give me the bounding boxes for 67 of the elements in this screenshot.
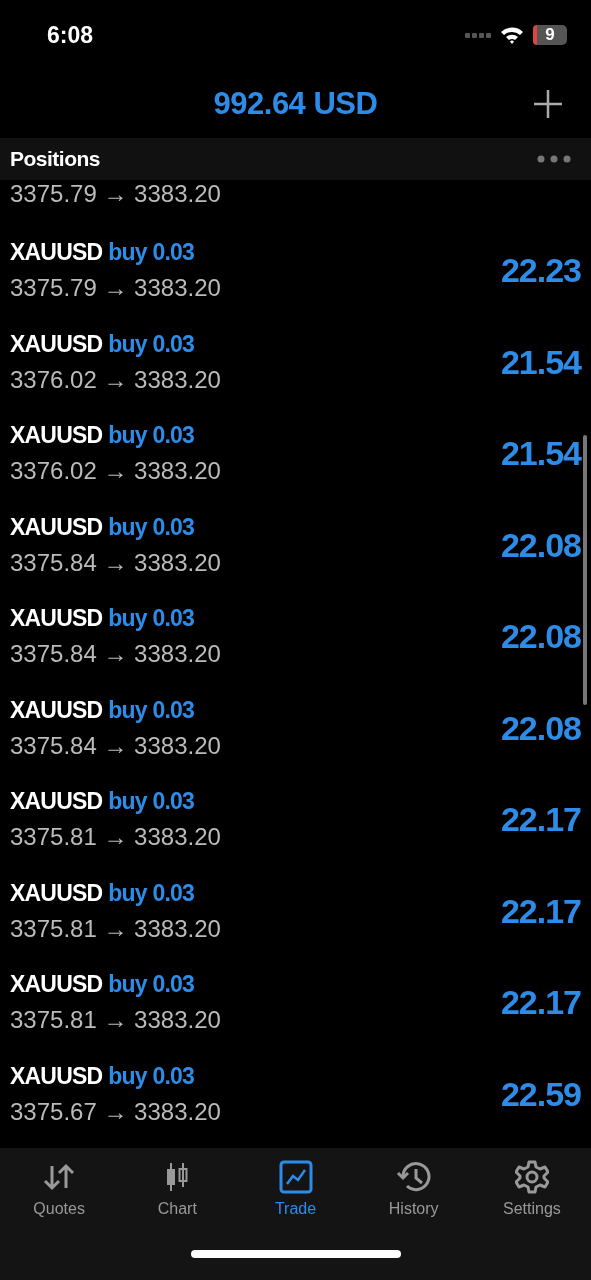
more-icon[interactable]	[537, 155, 571, 163]
symbol-label: XAUUSD	[10, 513, 103, 541]
position-row[interactable]: XAUUSD buy 0.03 3375.81 → 3383.20 22.17	[0, 957, 591, 1049]
profit-value: 21.54	[500, 434, 581, 474]
profit-value: 22.59	[500, 1074, 581, 1114]
profit-value: 22.08	[500, 525, 581, 565]
status-time: 6:08	[47, 21, 94, 49]
profit-value: 22.23	[500, 251, 581, 291]
position-row[interactable]: XAUUSD buy 0.03 3375.84 → 3383.20 22.08	[0, 499, 591, 591]
position-row[interactable]: XAUUSD buy 0.03 3376.02 → 3383.20 21.54	[0, 316, 591, 408]
price-range: 3376.02 → 3383.20	[10, 365, 221, 394]
tab[interactable]: Quotes	[0, 1160, 119, 1218]
profit-value: 22.17	[500, 983, 581, 1023]
price-range: 3375.67 → 3383.20	[10, 1097, 221, 1126]
order-side: buy 0.03	[108, 605, 194, 633]
tab[interactable]: Settings	[472, 1160, 591, 1218]
profit-value: 22.08	[500, 617, 581, 657]
section-title: Positions	[10, 147, 100, 171]
order-side: buy 0.03	[108, 971, 194, 999]
price-range: 3376.02 → 3383.20	[10, 457, 221, 486]
wifi-icon	[500, 26, 524, 44]
battery-icon: 9	[533, 25, 567, 45]
price-range: 3375.79 → 3383.20	[10, 180, 221, 208]
profit-value: 22.17	[500, 800, 581, 840]
trend-chart-icon	[278, 1160, 313, 1194]
tab[interactable]: Chart	[118, 1160, 237, 1218]
symbol-label: XAUUSD	[10, 1062, 103, 1090]
profit-value: 22.17	[500, 891, 581, 931]
tab[interactable]: History	[354, 1160, 473, 1218]
position-row[interactable]: XAUUSD buy 0.03 3375.81 → 3383.20 22.17	[0, 774, 591, 866]
history-icon	[395, 1160, 432, 1194]
symbol-label: XAUUSD	[10, 879, 103, 907]
position-row[interactable]: XAUUSD buy 0.03 3375.67 → 3383.20 22.59	[0, 1048, 591, 1140]
symbol-label: XAUUSD	[10, 330, 103, 358]
order-side: buy 0.03	[108, 330, 194, 358]
signal-icon	[465, 31, 491, 39]
order-side: buy 0.03	[108, 879, 194, 907]
symbol-label: XAUUSD	[10, 605, 103, 633]
symbol-label: XAUUSD	[10, 239, 103, 267]
add-icon[interactable]	[533, 89, 563, 119]
account-balance: 992.64 USD	[213, 86, 378, 122]
symbol-label: XAUUSD	[10, 696, 103, 724]
order-side: buy 0.03	[108, 788, 194, 816]
profit-value: 21.54	[500, 342, 581, 382]
symbol-label: XAUUSD	[10, 422, 103, 450]
price-range: 3375.81 → 3383.20	[10, 914, 221, 943]
price-range: 3375.84 → 3383.20	[10, 548, 221, 577]
position-row[interactable]: XAUUSD buy 0.03 3376.02 → 3383.20 21.54	[0, 408, 591, 500]
order-side: buy 0.03	[108, 239, 194, 267]
profit-value: 22.08	[500, 708, 581, 748]
symbol-label: XAUUSD	[10, 971, 103, 999]
position-row[interactable]: XAUUSD buy 0.03 3375.79 → 3383.20 22.23	[0, 225, 591, 317]
order-side: buy 0.03	[108, 696, 194, 724]
price-range: 3375.84 → 3383.20	[10, 640, 221, 669]
tab[interactable]: Trade	[236, 1160, 355, 1218]
position-row[interactable]: XAUUSD buy 0.03 3375.81 → 3383.20 22.17	[0, 865, 591, 957]
price-range: 3375.79 → 3383.20	[10, 274, 221, 303]
price-range: 3375.81 → 3383.20	[10, 823, 221, 852]
position-row[interactable]: XAUUSD buy 0.03 3375.84 → 3383.20 22.08	[0, 682, 591, 774]
settings-icon	[514, 1160, 549, 1194]
order-side: buy 0.03	[108, 422, 194, 450]
symbol-label: XAUUSD	[10, 788, 103, 816]
position-row[interactable]: XAUUSD buy 0.03 3375.84 → 3383.20 22.08	[0, 591, 591, 683]
order-side: buy 0.03	[108, 513, 194, 541]
order-side: buy 0.03	[108, 1062, 194, 1090]
price-range: 3375.84 → 3383.20	[10, 731, 221, 760]
price-range: 3375.81 → 3383.20	[10, 1006, 221, 1035]
